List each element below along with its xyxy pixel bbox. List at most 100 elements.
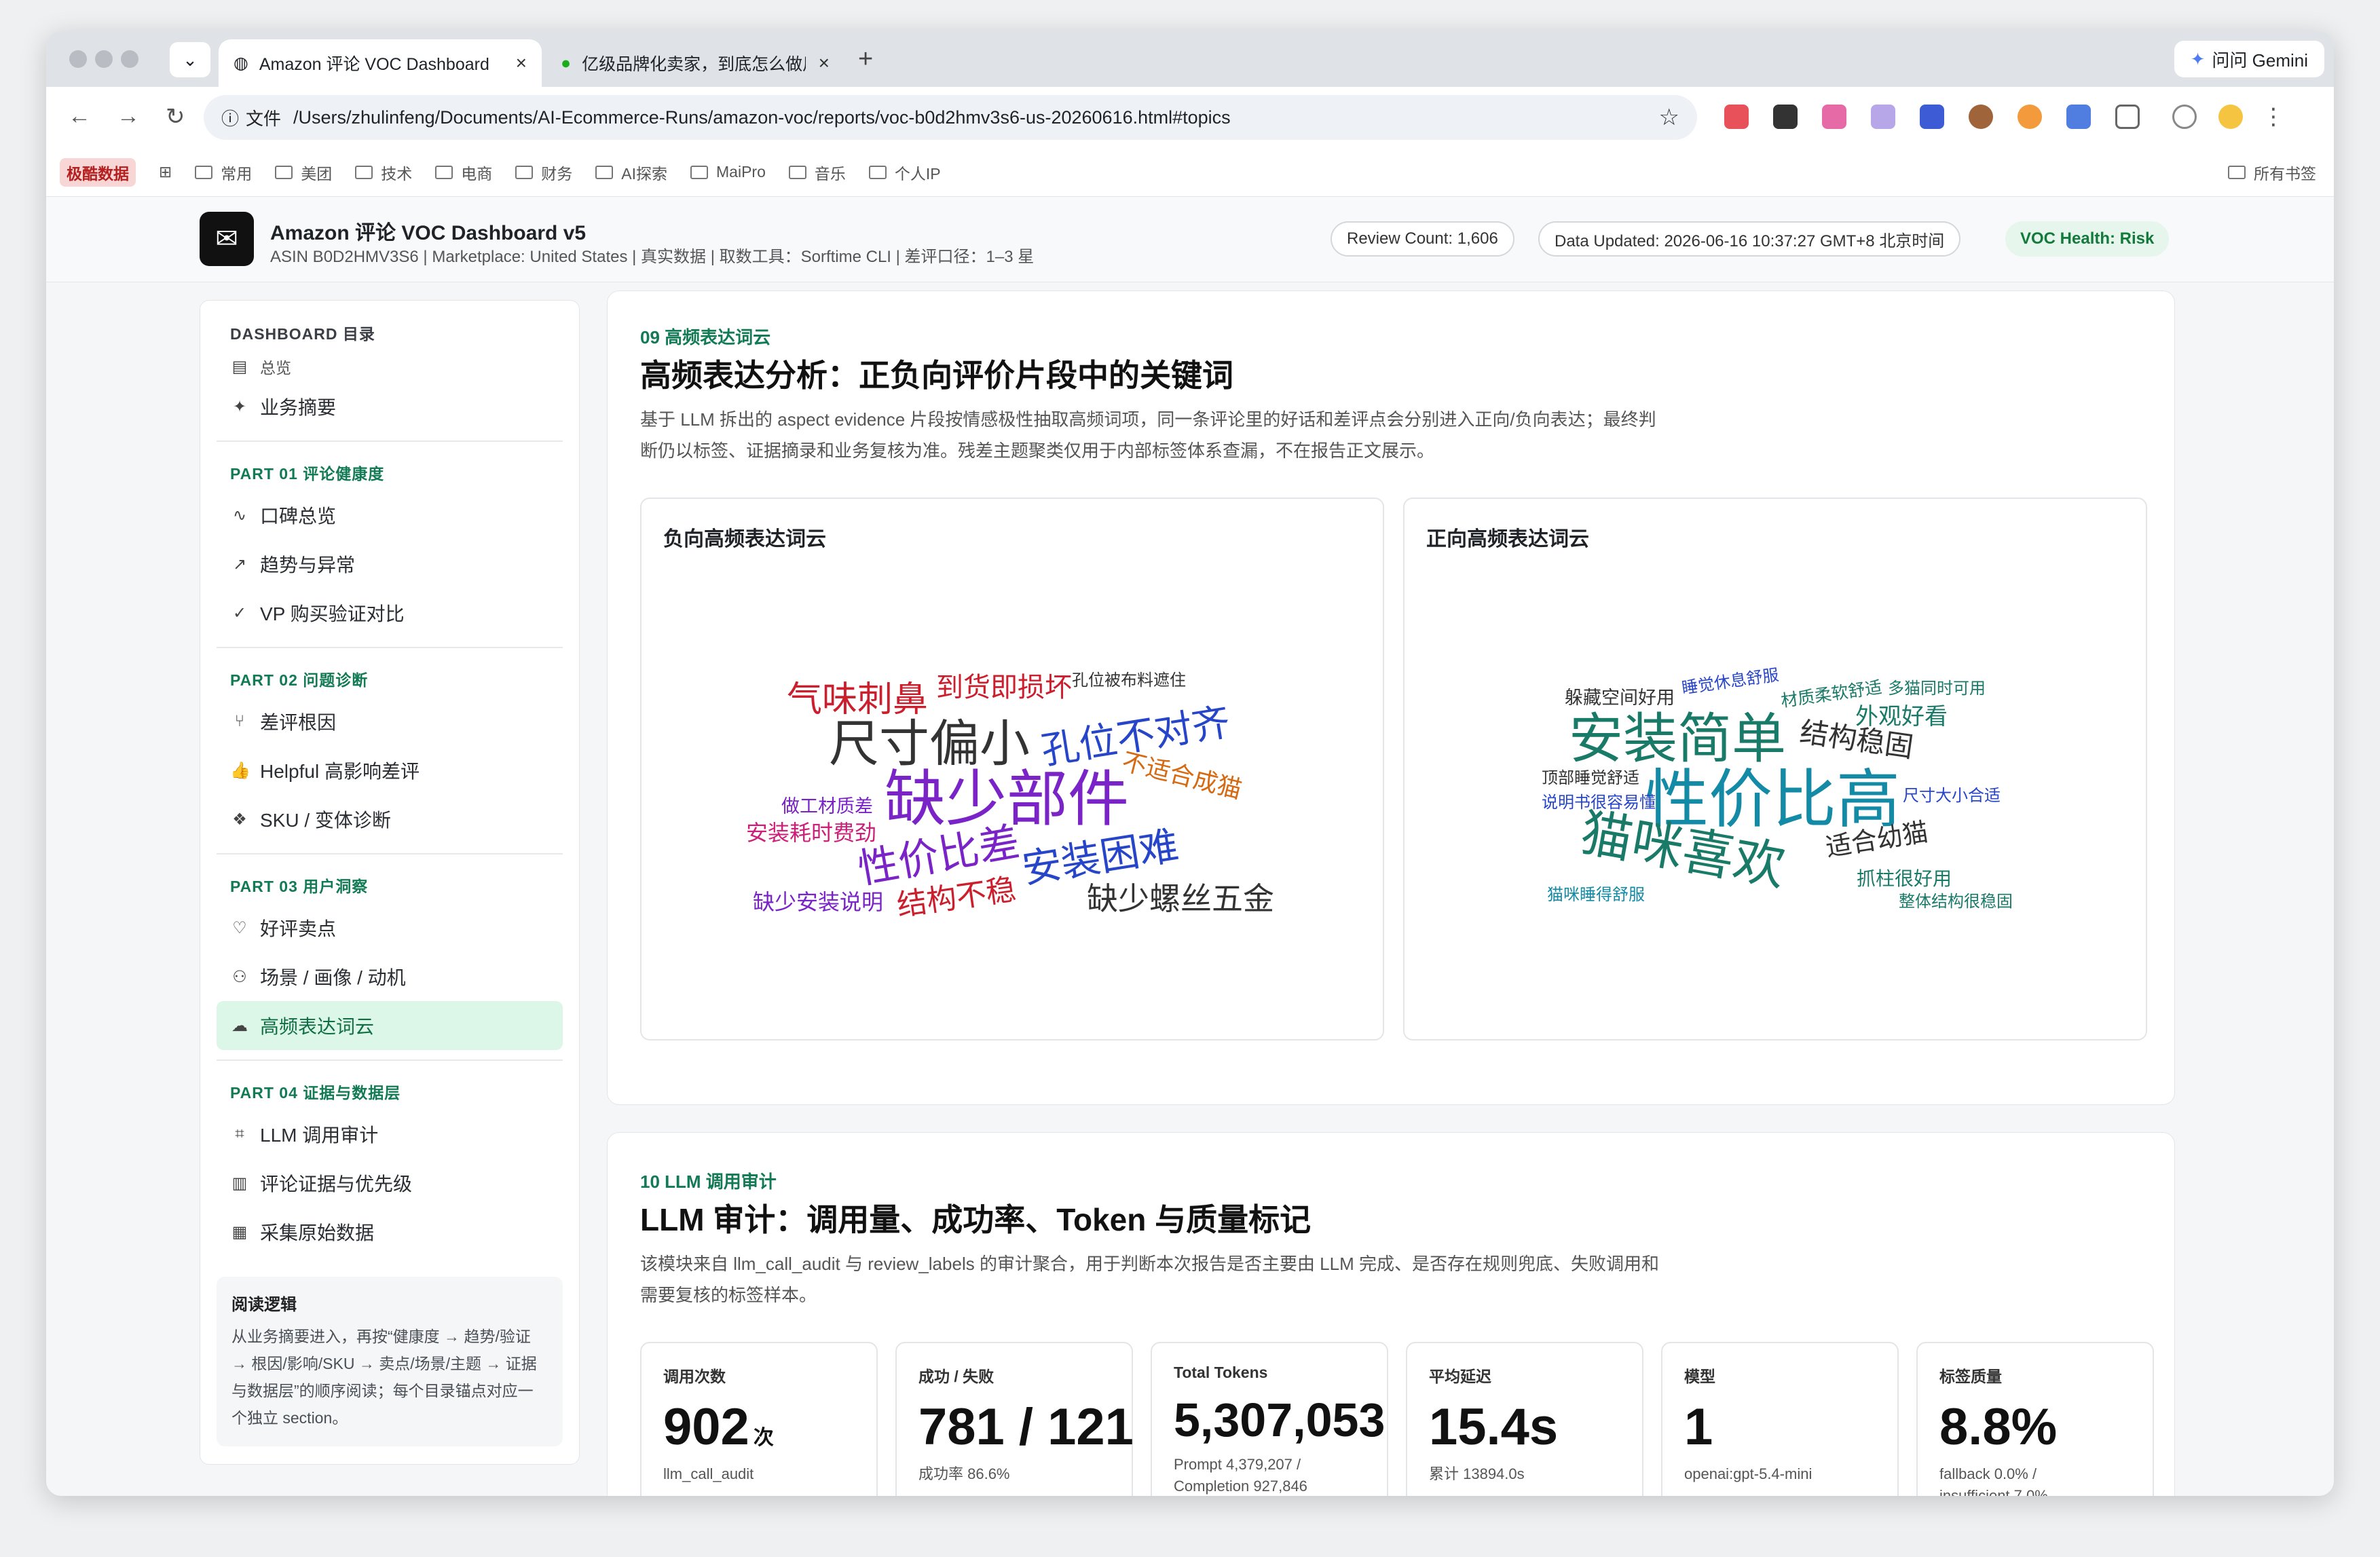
reload-icon[interactable]: ↻ — [166, 103, 185, 130]
all-bookmarks[interactable]: 所有书签 — [2228, 161, 2316, 184]
extension-translate-icon[interactable] — [1822, 105, 1846, 129]
sidebar-item-vp-compare[interactable]: ✓ VP 购买验证对比 — [217, 588, 563, 637]
bookmark-label: 常用 — [221, 164, 253, 183]
branch-icon: ⑂ — [234, 712, 245, 730]
wordcloud-word: 整体结构很稳固 — [1899, 893, 2013, 911]
sidebar-item-root-cause[interactable]: ⑂ 差评根因 — [217, 697, 563, 746]
more-menu-icon[interactable]: ⋮ — [2262, 103, 2285, 130]
bookmark-label: 美团 — [301, 164, 333, 183]
table-icon: ▦ — [231, 1222, 248, 1241]
sidebar-item-label: 差评根因 — [260, 712, 337, 733]
wordcloud-word: 缺少螺丝五金 — [1087, 881, 1274, 916]
close-icon[interactable]: × — [516, 52, 527, 74]
sidebar-item-llm-audit[interactable]: ⌗ LLM 调用审计 — [217, 1110, 563, 1159]
metric-label: 标签质量 — [1939, 1368, 2002, 1385]
bookmark-folder[interactable]: 财务 — [515, 161, 572, 184]
metric-label: 模型 — [1684, 1368, 1715, 1385]
wordcloud-word: 安装简单 — [1569, 709, 1786, 769]
profile-avatar[interactable] — [2218, 105, 2243, 129]
metric-sub: fallback 0.0% / insufficient 7.0% — [1939, 1465, 2048, 1496]
sidebar-item-wordcloud[interactable]: ☁ 高频表达词云 — [217, 1001, 563, 1050]
voc-health-badge: VOC Health: Risk — [2005, 221, 2170, 257]
extension-doc-icon[interactable] — [2066, 105, 2091, 129]
sidebar-item-evidence[interactable]: ▥ 评论证据与优先级 — [217, 1159, 563, 1207]
section-title: LLM 审计：调用量、成功率、Token 与质量标记 — [640, 1202, 1312, 1237]
page-subtitle: ASIN B0D2HMV3S6 | Marketplace: United St… — [270, 248, 1035, 266]
wordcloud-word: 多猫同时可用 — [1888, 679, 1986, 698]
sidebar-item-summary[interactable]: ✦ 业务摘要 — [217, 382, 563, 431]
bookmark-jiku[interactable]: 极酷数据 — [60, 157, 136, 187]
sidebar-item-label: 高频表达词云 — [260, 1016, 375, 1037]
gemini-button[interactable]: ✦ 问问 Gemini — [2174, 41, 2324, 77]
bookmark-label: MaiPro — [716, 163, 766, 181]
wordcloud-word: 抓柱很好用 — [1857, 868, 1952, 889]
folder-icon — [2228, 165, 2246, 179]
tab-search-button[interactable]: ⌄ — [170, 42, 210, 77]
new-tab-icon[interactable]: + — [858, 45, 873, 74]
sidebar-item-reputation[interactable]: ∿ 口碑总览 — [217, 491, 563, 540]
file-chip[interactable]: ⓘ 文件 — [221, 105, 281, 130]
metric-card-success: 成功 / 失败 781 / 121 成功率 86.6% — [895, 1342, 1134, 1496]
wordcloud-word: 尺寸大小合适 — [1903, 787, 2001, 805]
bookmark-label: AI探索 — [621, 164, 668, 183]
bookmark-folder[interactable]: 音乐 — [788, 161, 846, 184]
sidebar-item-overview[interactable]: ▤ 总览 — [217, 351, 563, 382]
bookmark-folder[interactable]: AI探索 — [595, 161, 667, 184]
sidebar-item-selling-points[interactable]: ♡ 好评卖点 — [217, 903, 563, 952]
address-bar[interactable]: ⓘ 文件 /Users/zhulinfeng/Documents/AI-Ecomm… — [204, 95, 1697, 140]
bookmark-folder[interactable]: 美团 — [275, 161, 332, 184]
cloud-icon: ☁ — [231, 1016, 248, 1035]
clipboard-icon: ▥ — [231, 1174, 248, 1193]
chevron-down-icon: ⌄ — [183, 49, 198, 70]
sidebar-item-raw-data[interactable]: ▦ 采集原始数据 — [217, 1207, 563, 1256]
extension-ghost-icon[interactable] — [1773, 105, 1798, 129]
minimize-window-dot[interactable] — [95, 50, 113, 68]
sidebar-item-helpful[interactable]: 👍 Helpful 高影响差评 — [217, 746, 563, 795]
extension-fe-icon[interactable] — [1724, 105, 1749, 129]
wordcloud-word: 不适合成猫 — [1119, 747, 1245, 804]
zoom-window-dot[interactable] — [121, 50, 138, 68]
sidebar-item-sku[interactable]: ❖ SKU / 变体诊断 — [217, 795, 563, 844]
metric-number: 902 — [663, 1398, 749, 1456]
tab-voc-dashboard[interactable]: ◍ Amazon 评论 VOC Dashboard × — [219, 39, 542, 87]
gemini-sparkle-icon: ✦ — [2190, 48, 2206, 69]
bookmark-folder[interactable]: MaiPro — [690, 163, 766, 181]
tab-wechat-article[interactable]: ● 亿级品牌化卖家，到底怎么做用 × — [546, 39, 844, 87]
bookmark-folder[interactable]: 技术 — [355, 161, 412, 184]
bookmarks-bar: 极酷数据 ⊞ 常用 美团 技术 电商 财务 AI探索 MaiPro 音乐 个人I… — [46, 148, 2334, 197]
back-icon[interactable]: ← — [68, 103, 91, 130]
sidebar-item-trends[interactable]: ↗ 趋势与异常 — [217, 540, 563, 588]
sidebar-item-label: 好评卖点 — [260, 918, 337, 939]
metric-value: 1 — [1684, 1398, 1713, 1456]
url-text[interactable]: /Users/zhulinfeng/Documents/AI-Ecommerce… — [293, 107, 1231, 128]
sidebar-item-label: VP 购买验证对比 — [260, 603, 405, 624]
history-icon[interactable] — [2172, 105, 2197, 129]
sidebar-dir-title: DASHBOARD 目录 — [230, 325, 375, 343]
file-chip-label: 文件 — [246, 108, 282, 129]
sidebar-item-scenarios[interactable]: ⚇ 场景 / 画像 / 动机 — [217, 952, 563, 1001]
extension-cookie-icon[interactable] — [1969, 105, 1993, 129]
close-icon[interactable]: × — [819, 52, 830, 74]
bookmark-folder[interactable]: 电商 — [435, 161, 492, 184]
bookmark-folder[interactable]: 个人IP — [868, 161, 941, 184]
trend-icon: ↗ — [232, 555, 247, 574]
metric-card-label-quality: 标签质量 8.8% fallback 0.0% / insufficient 7… — [1916, 1342, 2154, 1496]
section-description: 该模块来自 llm_call_audit 与 review_labels 的审计… — [640, 1254, 1659, 1305]
extension-sign-icon[interactable] — [1871, 105, 1895, 129]
section-kicker: 09 高频表达词云 — [640, 327, 771, 348]
forward-icon[interactable]: → — [117, 103, 140, 130]
sidebar-item-label: LLM 调用审计 — [260, 1125, 379, 1146]
extension-s-icon[interactable] — [2018, 105, 2042, 129]
extension-blue-icon[interactable] — [1920, 105, 1944, 129]
bookmark-star-icon[interactable]: ☆ — [1659, 104, 1679, 131]
apps-grid-icon[interactable]: ⊞ — [159, 163, 172, 181]
metric-sub: Prompt 4,379,207 / Completion 927,846 — [1174, 1456, 1307, 1495]
positive-wordcloud: 正向高频表达词云 睡觉休息舒服 躲藏空间好用 材质柔软舒适 多猫同时可用 外观好… — [1403, 498, 2147, 1040]
wordcloud-word: 到货即损坏 — [936, 673, 1072, 702]
close-window-dot[interactable] — [69, 50, 87, 68]
sidebar-part-title: PART 03 用户洞察 — [230, 878, 369, 895]
metric-value: 902 次 — [663, 1397, 855, 1457]
metric-card-model: 模型 1 openai:gpt-5.4-mini — [1661, 1342, 1899, 1496]
bookmark-folder[interactable]: 常用 — [195, 161, 252, 184]
extensions-puzzle-icon[interactable] — [2115, 105, 2140, 129]
